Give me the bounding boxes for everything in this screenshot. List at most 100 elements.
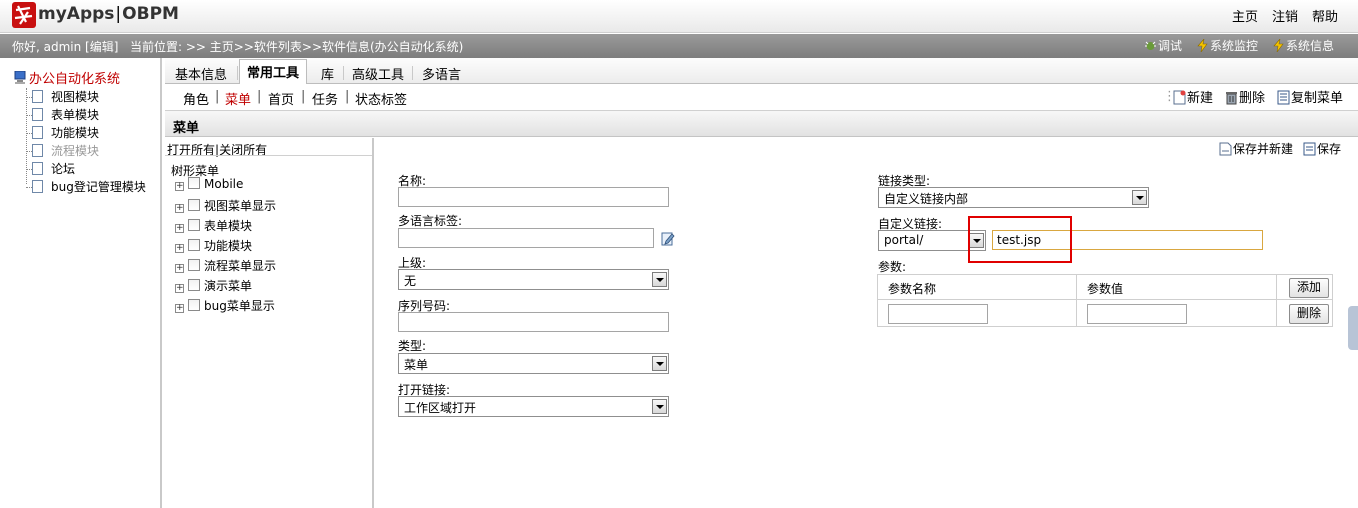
divider (165, 155, 372, 156)
tree-root-item[interactable]: 办公自动化系统 (14, 68, 120, 87)
chevron-down-icon[interactable] (652, 272, 667, 287)
chevron-down-icon[interactable] (652, 399, 667, 414)
menu-node-checkbox[interactable] (188, 299, 200, 311)
menu-node-checkbox[interactable] (188, 259, 200, 271)
subtab-tasks[interactable]: 任务 (312, 89, 338, 108)
chevron-down-icon[interactable] (1132, 190, 1147, 205)
param-value-input[interactable] (1087, 304, 1187, 324)
top-bar: myApps|OBPM 主页 注销 帮助 (0, 0, 1358, 33)
tree-item-bug-module[interactable]: bug登记管理模块 (26, 178, 146, 194)
save-button[interactable]: 保存 (1303, 140, 1341, 157)
expand-icon[interactable]: + (175, 204, 184, 213)
logout-link[interactable]: 注销 (1272, 6, 1298, 25)
menu-node[interactable]: + 表单模块 (175, 217, 252, 233)
multilang-label: 多语言标签: (398, 214, 463, 228)
save-new-icon (1219, 142, 1232, 156)
user-greeting[interactable]: 你好, admin [编辑] (12, 38, 118, 55)
delete-param-button[interactable]: 删除 (1289, 304, 1329, 324)
menu-node-checkbox[interactable] (188, 239, 200, 251)
status-bar: 你好, admin [编辑] 当前位置: >> 主页>>软件列表>>软件信息(办… (0, 34, 1358, 58)
tab-common-tools[interactable]: 常用工具 (239, 59, 308, 85)
document-icon (32, 108, 43, 121)
tab-divider (237, 66, 238, 80)
save-and-new-button[interactable]: 保存并新建 (1219, 140, 1293, 157)
trash-icon (1226, 92, 1237, 105)
tab-advanced-tools[interactable]: 高级工具 (352, 62, 404, 84)
copy-icon (1277, 90, 1290, 105)
new-button[interactable]: 新建 (1173, 87, 1213, 106)
tab-multilanguage[interactable]: 多语言 (422, 62, 461, 84)
system-info-button[interactable]: 系统信息 (1273, 37, 1334, 54)
menu-tree-panel: 打开所有|关闭所有 树形菜单 + Mobile + 视图菜单显示 + 表单模块 + 功能… (165, 138, 374, 508)
breadcrumb: 当前位置: >> 主页>>软件列表>>软件信息(办公自动化系统) (130, 40, 464, 54)
multilang-input[interactable] (398, 228, 654, 248)
document-icon (32, 126, 43, 139)
menu-node[interactable]: + 视图菜单显示 (175, 197, 276, 213)
logo-icon (12, 2, 36, 28)
type-select[interactable]: 菜单 (398, 353, 669, 374)
expand-icon[interactable]: + (175, 244, 184, 253)
menu-node[interactable]: + 功能模块 (175, 237, 252, 253)
expand-icon[interactable]: + (175, 224, 184, 233)
section-header: 菜单 (165, 110, 1358, 137)
help-link[interactable]: 帮助 (1312, 6, 1338, 25)
expand-icon[interactable]: + (175, 304, 184, 313)
expand-icon[interactable]: + (175, 182, 184, 191)
bug-icon (1145, 41, 1156, 50)
module-tree: 办公自动化系统 视图模块 表单模块 功能模块 流程模块 论坛 bug登记管理模块 (0, 58, 162, 508)
tab-divider (343, 66, 344, 80)
param-name-input[interactable] (888, 304, 988, 324)
section-title: 菜单 (173, 121, 200, 136)
menu-node-checkbox[interactable] (188, 177, 200, 189)
link-type-select[interactable]: 自定义链接内部 (878, 187, 1149, 208)
lightning-icon (1273, 37, 1284, 53)
subtab-status-labels[interactable]: 状态标签 (355, 89, 407, 108)
save-icon (1303, 142, 1316, 156)
add-param-button[interactable]: 添加 (1289, 278, 1329, 298)
menu-node[interactable]: + bug菜单显示 (175, 297, 275, 313)
home-link[interactable]: 主页 (1232, 6, 1258, 25)
expand-icon[interactable]: + (175, 284, 184, 293)
side-collapse-handle[interactable] (1348, 306, 1358, 350)
app-logo-text: myApps|OBPM (38, 4, 179, 24)
expand-icon[interactable]: + (175, 264, 184, 273)
tab-basic-info[interactable]: 基本信息 (175, 62, 227, 84)
tab-divider (412, 66, 413, 80)
subtab-divider: | (301, 89, 306, 104)
subtab-homepage[interactable]: 首页 (268, 89, 294, 108)
parent-select[interactable]: 无 (398, 269, 669, 290)
edit-note-icon[interactable] (661, 231, 675, 246)
document-icon (32, 144, 43, 157)
menu-node[interactable]: + 演示菜单 (175, 277, 252, 293)
menu-node-checkbox[interactable] (188, 199, 200, 211)
tab-library[interactable]: 库 (321, 62, 334, 84)
document-icon (32, 180, 43, 193)
subtab-divider: | (345, 89, 350, 104)
sub-tab-bar: 角色 | 菜单 | 首页 | 任务 | 状态标签 ⋮ 新建 删除 复制菜单 (165, 84, 1358, 110)
subtab-divider: | (215, 89, 220, 104)
main-tab-bar: 基本信息 常用工具 库 高级工具 多语言 (165, 58, 1358, 85)
subtab-menu[interactable]: 菜单 (225, 89, 251, 108)
tree-item-views[interactable]: 视图模块 (26, 88, 99, 104)
menu-node[interactable]: + 流程菜单显示 (175, 257, 276, 273)
menu-node-checkbox[interactable] (188, 279, 200, 291)
debug-button[interactable]: 调试 (1144, 37, 1182, 54)
tree-item-forum[interactable]: 论坛 (26, 160, 75, 176)
menu-node-checkbox[interactable] (188, 219, 200, 231)
open-link-select[interactable]: 工作区域打开 (398, 396, 669, 417)
delete-button[interactable]: 删除 (1225, 87, 1265, 106)
tree-item-functions[interactable]: 功能模块 (26, 124, 99, 140)
subtab-roles[interactable]: 角色 (183, 89, 209, 108)
name-input[interactable] (398, 187, 669, 207)
tree-item-workflow[interactable]: 流程模块 (26, 142, 99, 158)
new-document-icon (1173, 90, 1186, 105)
menu-node[interactable]: + Mobile (175, 177, 243, 193)
chevron-down-icon[interactable] (652, 356, 667, 371)
lightning-icon (1197, 37, 1208, 53)
copy-menu-button[interactable]: 复制菜单 (1277, 87, 1343, 106)
tree-item-forms[interactable]: 表单模块 (26, 106, 99, 122)
order-input[interactable] (398, 312, 669, 332)
subtab-divider: | (257, 89, 262, 104)
highlight-box (968, 216, 1072, 263)
system-monitor-button[interactable]: 系统监控 (1197, 37, 1258, 54)
